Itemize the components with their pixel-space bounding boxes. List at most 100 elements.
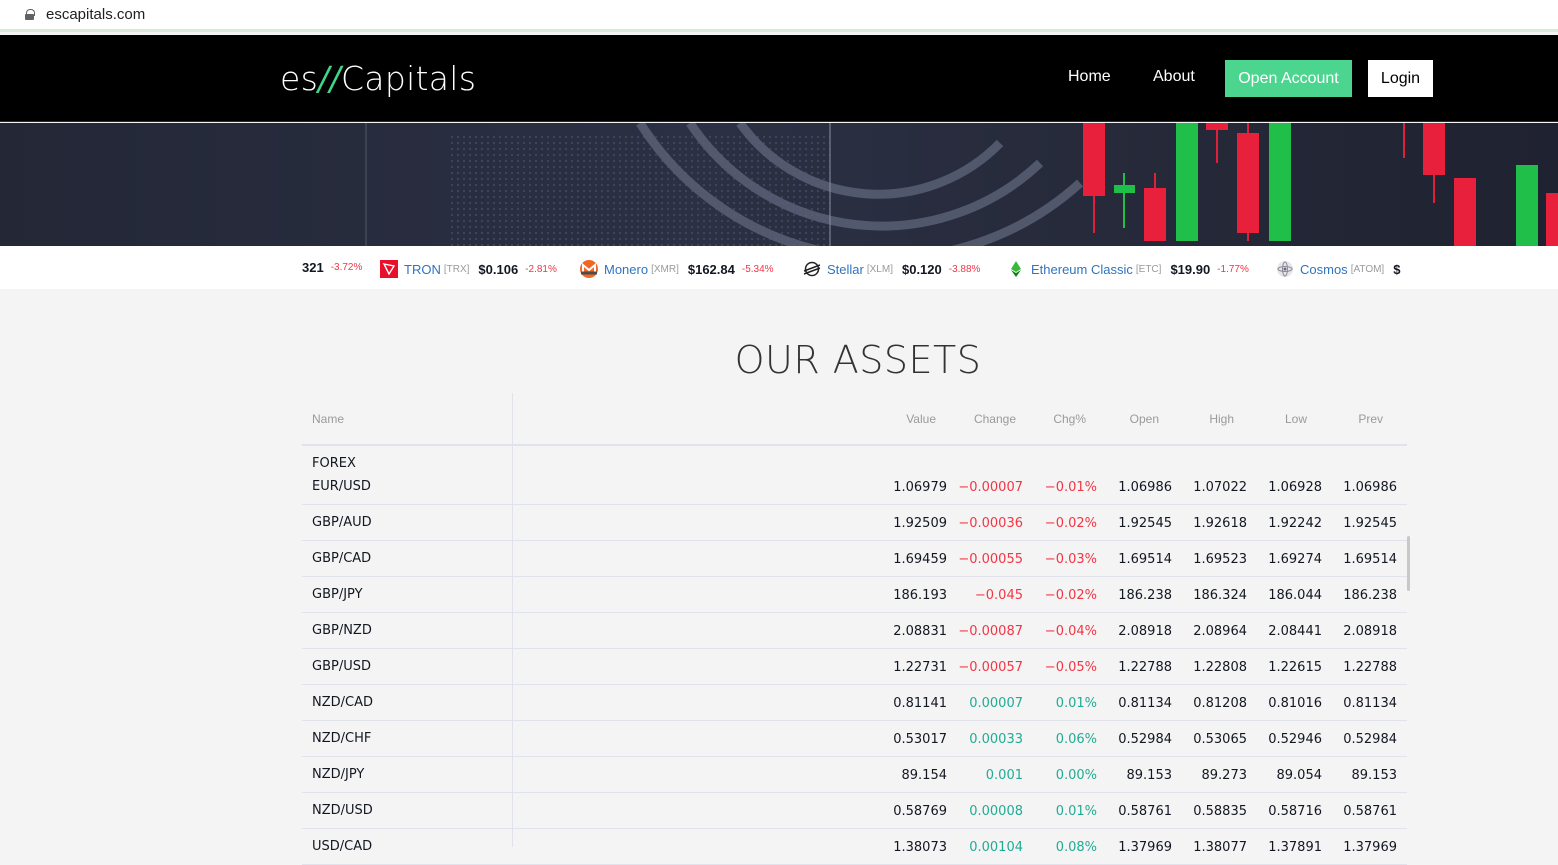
cell-prev: 1.22788: [1343, 660, 1397, 675]
assets-table[interactable]: Name Value Change Chg% Open High Low Pre…: [302, 393, 1407, 865]
cell-chgp: 0.06%: [1055, 732, 1097, 747]
ticker-symbol: [XMR]: [651, 263, 679, 275]
ticker-change: -5.34%: [741, 263, 774, 275]
table-header: Name Value Change Chg% Open High Low Pre…: [302, 393, 1407, 446]
nav-home-link[interactable]: Home: [1068, 68, 1111, 86]
column-header-value[interactable]: Value: [906, 412, 936, 426]
column-header-high[interactable]: High: [1209, 412, 1234, 426]
cell-chgp: 0.01%: [1055, 696, 1097, 711]
tron-icon: [380, 260, 398, 278]
hero-background-graphic: [365, 123, 1558, 246]
column-header-low[interactable]: Low: [1285, 412, 1307, 426]
cell-open: 0.58761: [1118, 804, 1172, 819]
cell-value: 2.08831: [893, 624, 947, 639]
cell-chgp: −0.03%: [1044, 552, 1097, 567]
nav-about-link[interactable]: About: [1153, 68, 1195, 86]
cell-value: 1.22731: [893, 660, 947, 675]
cell-chgp: −0.01%: [1044, 480, 1097, 495]
asset-name[interactable]: NZD/JPY: [312, 767, 364, 782]
table-row[interactable]: NZD/CHF 0.53017 0.00033 0.06% 0.52984 0.53065…: [302, 721, 1407, 757]
ticker-item-stellar[interactable]: Stellar [XLM] $0.120 -3.88%: [803, 260, 980, 278]
asset-name[interactable]: GBP/NZD: [312, 623, 372, 638]
cell-prev: 0.58761: [1343, 804, 1397, 819]
table-row[interactable]: GBP/CAD 1.69459 −0.00055 −0.03% 1.69514 1.695…: [302, 541, 1407, 577]
page-title: OUR ASSETS: [734, 338, 982, 382]
table-row[interactable]: NZD/USD 0.58769 0.00008 0.01% 0.58761 0.58835…: [302, 793, 1407, 829]
cell-low: 0.81016: [1268, 696, 1322, 711]
url-text[interactable]: escapitals.com: [46, 6, 145, 23]
table-row[interactable]: EUR/USD 1.06979 −0.00007 −0.01% 1.06986 1.070…: [302, 469, 1407, 505]
ticker-name: Ethereum Classic: [1031, 261, 1133, 277]
asset-name[interactable]: EUR/USD: [312, 479, 371, 494]
cell-open: 0.52984: [1118, 732, 1172, 747]
asset-name[interactable]: GBP/JPY: [312, 587, 363, 602]
asset-name[interactable]: NZD/USD: [312, 803, 373, 818]
cell-chgp: −0.04%: [1044, 624, 1097, 639]
asset-name[interactable]: NZD/CHF: [312, 731, 371, 746]
lock-icon: [25, 9, 35, 20]
cell-low: 0.52946: [1268, 732, 1322, 747]
cell-prev: 1.37969: [1343, 840, 1397, 855]
cell-change: −0.00087: [958, 624, 1023, 639]
cell-open: 2.08918: [1118, 624, 1172, 639]
ticker-change: -1.77%: [1217, 263, 1249, 275]
cell-open: 1.92545: [1118, 516, 1172, 531]
login-button[interactable]: Login: [1368, 60, 1433, 97]
crypto-price-ticker[interactable]: 321 -3.72% TRON [TRX] $0.106 -2.81% Mone…: [0, 246, 1558, 289]
cell-high: 1.38077: [1193, 840, 1247, 855]
hero-banner: [0, 123, 1558, 246]
cell-change: −0.00036: [958, 516, 1023, 531]
ticker-item-tron[interactable]: TRON [TRX] $0.106 -2.81%: [380, 260, 557, 278]
cell-value: 0.53017: [893, 732, 947, 747]
ticker-change: -3.88%: [948, 263, 981, 275]
cell-open: 1.22788: [1118, 660, 1172, 675]
site-navbar: es//Capitals Home About Open Account Log…: [0, 35, 1558, 122]
asset-name[interactable]: GBP/CAD: [312, 551, 371, 566]
cell-chgp: −0.02%: [1044, 516, 1097, 531]
ticker-price: $0.120: [901, 261, 942, 277]
logo-text-capitals: Capitals: [340, 59, 477, 98]
stellar-icon: [803, 261, 821, 277]
cell-chgp: 0.08%: [1055, 840, 1097, 855]
table-row[interactable]: GBP/AUD 1.92509 −0.00036 −0.02% 1.92545 1.926…: [302, 505, 1407, 541]
asset-name[interactable]: GBP/USD: [312, 659, 371, 674]
cell-chgp: 0.01%: [1055, 804, 1097, 819]
cell-value: 89.154: [901, 768, 948, 783]
table-row[interactable]: USD/CAD 1.38073 0.00104 0.08% 1.37969 1.38077…: [302, 829, 1407, 865]
ticker-price: $0.106: [478, 261, 519, 277]
cosmos-icon: [1277, 261, 1293, 277]
ticker-item-monero[interactable]: Monero [XMR] $162.84 -5.34%: [580, 260, 774, 278]
ticker-item-ethereum-classic[interactable]: Ethereum Classic [ETC] $19.90 -1.77%: [1007, 260, 1249, 278]
cell-open: 1.69514: [1118, 552, 1172, 567]
ticker-item-partial[interactable]: 321 -3.72%: [302, 260, 362, 275]
asset-name[interactable]: NZD/CAD: [312, 695, 373, 710]
table-row[interactable]: GBP/JPY 186.193 −0.045 −0.02% 186.238 186.324…: [302, 577, 1407, 613]
browser-address-bar[interactable]: escapitals.com: [0, 0, 1558, 32]
cell-high: 0.53065: [1193, 732, 1247, 747]
column-header-change[interactable]: Change: [974, 412, 1016, 426]
cell-open: 186.238: [1118, 588, 1172, 603]
ticker-item-cosmos[interactable]: Cosmos [ATOM] $: [1276, 260, 1400, 278]
cell-low: 0.58716: [1268, 804, 1322, 819]
ethereum-classic-icon: [1011, 261, 1021, 277]
open-account-button[interactable]: Open Account: [1225, 60, 1352, 97]
column-header-name[interactable]: Name: [312, 412, 344, 426]
site-logo[interactable]: es//Capitals: [280, 59, 476, 98]
cell-prev: 0.52984: [1343, 732, 1397, 747]
table-row[interactable]: NZD/CAD 0.81141 0.00007 0.01% 0.81134 0.81208…: [302, 685, 1407, 721]
table-row[interactable]: GBP/NZD 2.08831 −0.00087 −0.04% 2.08918 2.089…: [302, 613, 1407, 649]
table-scrollbar[interactable]: [1407, 536, 1410, 591]
table-row[interactable]: GBP/USD 1.22731 −0.00057 −0.05% 1.22788 1.228…: [302, 649, 1407, 685]
ticker-price: $19.90: [1170, 261, 1211, 277]
column-header-prev[interactable]: Prev: [1358, 412, 1383, 426]
table-row[interactable]: NZD/JPY 89.154 0.001 0.00% 89.153 89.273 89.05…: [302, 757, 1407, 793]
column-header-open[interactable]: Open: [1130, 412, 1159, 426]
asset-name[interactable]: GBP/AUD: [312, 515, 372, 530]
cell-prev: 2.08918: [1343, 624, 1397, 639]
monero-icon: [580, 260, 598, 278]
cell-low: 1.92242: [1268, 516, 1322, 531]
cell-prev: 0.81134: [1343, 696, 1397, 711]
cell-value: 1.06979: [893, 480, 947, 495]
column-header-chg-percent[interactable]: Chg%: [1053, 412, 1086, 426]
ticker-change: -2.81%: [525, 263, 557, 275]
